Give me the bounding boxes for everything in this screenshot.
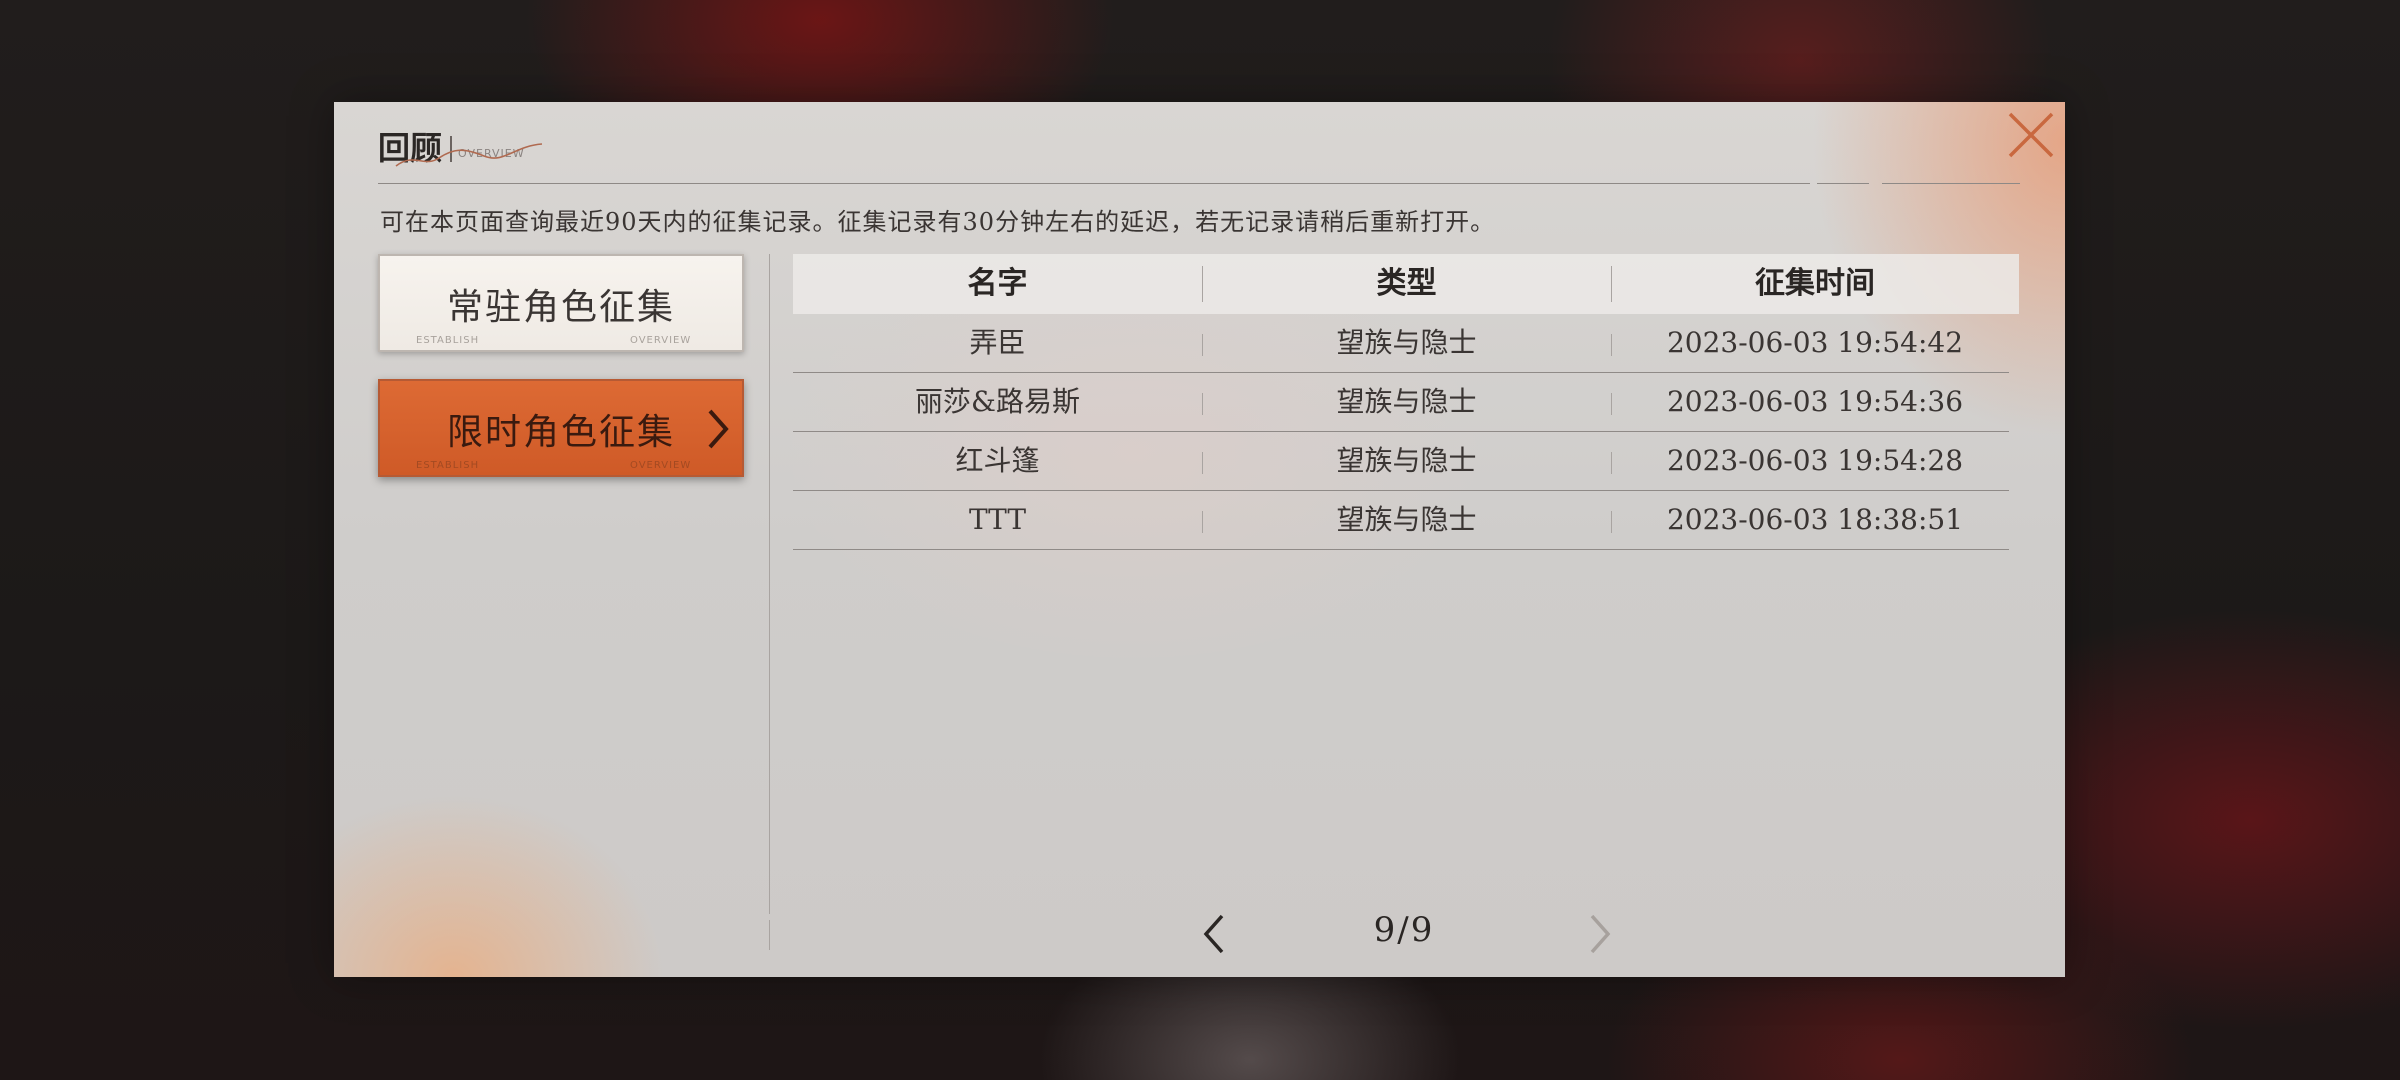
cell-time: 2023-06-03 19:54:36 [1666,385,1964,418]
column-separator [1611,511,1612,533]
cell-type: 望族与隐士 [1336,326,1477,359]
table-header: 名字 类型 征集时间 [793,254,2019,314]
cell-time: 2023-06-03 19:54:42 [1666,326,1964,359]
header-divider [1882,183,2020,184]
column-separator [1202,452,1203,474]
table-row: 弄臣 望族与隐士 2023-06-03 19:54:42 [793,314,2009,373]
next-page-button[interactable] [1588,912,1614,960]
sidebar-divider [769,254,770,914]
header-time: 征集时间 [1755,266,1875,301]
history-dialog: 回顾 OVERVIEW 可在本页面查询最近90天内的征集记录。征集记录有30分钟… [334,102,2065,977]
category-mini-text: OVERVIEW [630,460,692,471]
prev-page-button[interactable] [1200,912,1226,960]
cell-name: TTT [968,503,1027,536]
cell-time: 2023-06-03 18:38:51 [1666,503,1964,536]
cell-name: 弄臣 [969,326,1026,359]
column-separator [1202,393,1203,415]
page-indicator: 9/9 [1373,910,1435,950]
column-separator [1202,511,1203,533]
close-icon [2008,112,2054,158]
cell-time: 2023-06-03 19:54:28 [1666,444,1964,477]
chevron-right-icon [708,409,729,449]
notice-text: 可在本页面查询最近90天内的征集记录。征集记录有30分钟左右的延迟，若无记录请稍… [380,208,1496,236]
header-name: 名字 [967,266,1028,301]
cell-type: 望族与隐士 [1336,385,1477,418]
close-button[interactable] [2006,110,2056,160]
signature-squiggle-icon [395,143,543,167]
cell-name: 红斗篷 [955,444,1040,477]
category-button-standard[interactable]: 常驻角色征集 ESTABLISH OVERVIEW [378,254,744,352]
header-type: 类型 [1376,266,1437,301]
table-row: 丽莎&路易斯 望族与隐士 2023-06-03 19:54:36 [793,373,2009,432]
column-separator [1611,393,1612,415]
column-separator [1611,266,1612,302]
cell-type: 望族与隐士 [1336,444,1477,477]
column-separator [1202,334,1203,356]
pagination: 9/9 [334,902,2065,962]
column-separator [1611,452,1612,474]
cell-name: 丽莎&路易斯 [915,385,1080,418]
column-separator [1611,334,1612,356]
category-mini-text: ESTABLISH [416,460,480,471]
header-divider [1817,183,1869,184]
category-button-limited[interactable]: 限时角色征集 ESTABLISH OVERVIEW [378,379,744,477]
table-row: 红斗篷 望族与隐士 2023-06-03 19:54:28 [793,432,2009,491]
chevron-right-icon [1590,914,1611,954]
header-divider [378,183,1810,184]
table-row: TTT 望族与隐士 2023-06-03 18:38:51 [793,491,2009,550]
cell-type: 望族与隐士 [1336,503,1477,536]
column-separator [1202,266,1203,302]
chevron-left-icon [1203,914,1224,954]
category-label: 常驻角色征集 [446,287,675,328]
category-mini-text: ESTABLISH [416,335,480,346]
category-label: 限时角色征集 [446,412,675,453]
record-table: 名字 类型 征集时间 弄臣 望族与隐士 2023-06-03 19:54:42 … [793,254,2019,550]
category-mini-text: OVERVIEW [630,335,692,346]
